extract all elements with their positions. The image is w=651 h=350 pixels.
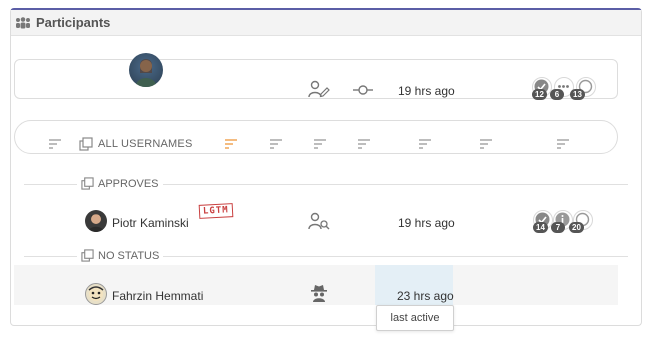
lgtm-stamp: LGTM <box>198 203 234 219</box>
participant-avatar[interactable] <box>85 283 107 305</box>
sort-icon[interactable] <box>314 139 326 149</box>
participant-avatar[interactable] <box>85 210 107 232</box>
search-user-icon[interactable] <box>308 212 330 230</box>
copy-icon <box>81 177 94 190</box>
other-count: 13 <box>570 89 585 100</box>
participant-last-active: 23 hrs ago <box>397 289 454 303</box>
section-header-no-status: NO STATUS <box>77 249 164 262</box>
participant-review-stats[interactable]: 14 7 20 <box>533 210 613 238</box>
panel-header: Participants <box>11 10 641 36</box>
approved-count: 12 <box>532 89 547 100</box>
section-header-approves: APPROVES <box>77 177 163 190</box>
sort-icon[interactable] <box>480 139 492 149</box>
section-label: APPROVES <box>98 177 159 190</box>
other-count: 20 <box>569 222 584 233</box>
author-avatar[interactable] <box>129 53 163 87</box>
sort-icon[interactable] <box>270 139 282 149</box>
info-count: 7 <box>551 222 565 233</box>
users-icon <box>16 16 30 28</box>
author-review-stats[interactable]: 12 6 13 <box>532 77 612 105</box>
panel-title: Participants <box>36 15 111 30</box>
sort-icon[interactable] <box>358 139 370 149</box>
approved-count: 14 <box>533 222 548 233</box>
participant-name[interactable]: Fahrzin Hemmati <box>112 289 203 303</box>
participant-last-active: 19 hrs ago <box>398 216 455 230</box>
author-last-active: 19 hrs ago <box>398 84 455 98</box>
sort-icon[interactable] <box>419 139 431 149</box>
section-label: NO STATUS <box>98 249 160 262</box>
incognito-icon <box>311 285 327 302</box>
copy-icon[interactable] <box>79 137 93 151</box>
edit-user-icon[interactable] <box>308 80 330 98</box>
sort-icon-active[interactable] <box>225 139 237 149</box>
commit-icon <box>353 85 373 95</box>
comment-count: 6 <box>550 89 564 100</box>
sort-icon[interactable] <box>49 139 61 149</box>
participant-name[interactable]: Piotr Kaminski <box>112 216 189 230</box>
sort-icon[interactable] <box>557 139 569 149</box>
last-active-tooltip: last active <box>376 305 454 331</box>
copy-icon <box>81 249 94 262</box>
all-usernames-label[interactable]: ALL USERNAMES <box>98 138 193 150</box>
